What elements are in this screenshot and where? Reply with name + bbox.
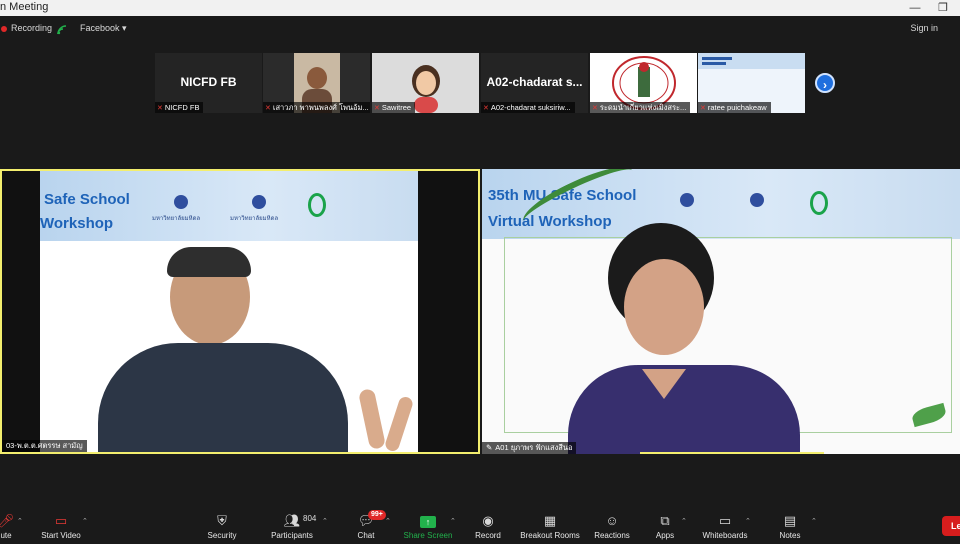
mic-muted-icon: ✕ bbox=[157, 105, 163, 112]
security-button[interactable]: ⛨ Security bbox=[200, 505, 244, 544]
university-logo-icon bbox=[750, 193, 764, 207]
slide-title-line-2: Workshop bbox=[40, 215, 114, 232]
recording-dot-icon bbox=[1, 26, 7, 32]
slide-preview bbox=[698, 53, 805, 69]
participant-name-label: 03-พ.ต.ต.ศตรรษ สามัญ bbox=[2, 440, 87, 452]
whiteboards-options-caret[interactable]: ⌃ bbox=[745, 517, 751, 525]
mic-muted-icon: ✕ bbox=[592, 105, 598, 112]
chat-options-caret[interactable]: ⌃ bbox=[385, 517, 391, 525]
participant-thumb-2[interactable]: ✕ เสาวภา พาพนพลงศ์ โพนอ้ม... bbox=[263, 53, 370, 113]
participant-thumb-6[interactable]: ✕ ratee puichakeaw bbox=[698, 53, 805, 113]
mic-muted-icon: ✕ bbox=[374, 105, 380, 112]
mic-icon: ✎ bbox=[486, 443, 493, 452]
university-name: มหาวิทยาลัยมหิดล bbox=[230, 216, 279, 222]
university-logo-icon bbox=[174, 195, 188, 209]
leave-button[interactable]: Le bbox=[942, 516, 960, 536]
smiley-icon: ☺ bbox=[605, 513, 619, 528]
record-icon: ◉ bbox=[482, 513, 494, 528]
mic-muted-icon: ✕ bbox=[483, 105, 489, 112]
facebook-live-dropdown[interactable]: Facebook ▾ bbox=[80, 23, 127, 34]
recording-label[interactable]: Recording bbox=[11, 23, 52, 33]
participants-button[interactable]: 👥︎ Participants bbox=[266, 505, 318, 544]
minimize-button[interactable]: — bbox=[900, 0, 930, 16]
speaking-indicator bbox=[640, 452, 824, 454]
whiteboard-icon: ▭ bbox=[718, 513, 732, 528]
breakout-rooms-icon: ▦ bbox=[543, 513, 557, 528]
apps-options-caret[interactable]: ⌃ bbox=[681, 517, 687, 525]
shield-icon: ⛨ bbox=[217, 513, 227, 528]
notes-icon: ▤ bbox=[783, 513, 797, 528]
participant-thumb-4[interactable]: A02-chadarat s... ✕ A02-chadarat suksiriw… bbox=[481, 53, 588, 113]
slide-title-line-1: Safe School bbox=[44, 191, 130, 208]
video-tile-right[interactable]: 35th MU Safe School Virtual Workshop ✎ A0… bbox=[482, 169, 960, 454]
participant-name-tag: ✕ ระดมนำเกี่ยวแห่งเมิงสระ... bbox=[590, 102, 691, 113]
notes-button[interactable]: ▤ Notes bbox=[774, 505, 806, 544]
mute-options-caret[interactable]: ⌃ bbox=[17, 517, 23, 525]
university-logo-icon bbox=[680, 193, 694, 207]
restore-button[interactable]: ❐ bbox=[928, 0, 958, 16]
participant-name-tag: ✕ Sawitree bbox=[372, 102, 416, 113]
chat-unread-badge: 99+ bbox=[368, 510, 386, 520]
reactions-button[interactable]: ☺ Reactions bbox=[590, 505, 634, 544]
participant-name-tag: ✕ เสาวภา พาพนพลงศ์ โพนอ้ม... bbox=[263, 102, 370, 113]
window-title: n Meeting bbox=[0, 1, 49, 13]
virtual-background-banner: Safe School Workshop มหาวิทยาลัยมหิดล มห… bbox=[40, 171, 418, 241]
notes-options-caret[interactable]: ⌃ bbox=[811, 517, 817, 525]
green-logo-icon bbox=[810, 191, 828, 215]
window-titlebar: n Meeting — ❐ bbox=[0, 0, 960, 16]
meeting-toolbar: 🎤︎ ute ⌃ ▭ Start Video ⌃ ⛨ Security 👥︎ P… bbox=[0, 505, 960, 544]
participant-thumb-name: A02-chadarat s... bbox=[486, 75, 583, 89]
participants-options-caret[interactable]: ⌃ bbox=[322, 517, 328, 525]
breakout-rooms-button[interactable]: ▦ Breakout Rooms bbox=[518, 505, 582, 544]
apps-button[interactable]: ⧉ Apps bbox=[650, 505, 680, 544]
meeting-topbar: Recording Facebook ▾ Sign in bbox=[0, 16, 960, 44]
mic-muted-icon: ✕ bbox=[700, 105, 706, 112]
signal-icon bbox=[57, 25, 67, 35]
participant-thumb-1[interactable]: NICFD FB ✕ NICFD FB bbox=[155, 53, 262, 113]
signin-link[interactable]: Sign in bbox=[910, 23, 938, 33]
share-options-caret[interactable]: ⌃ bbox=[450, 517, 456, 525]
participant-name-tag: ✕ A02-chadarat suksiriw... bbox=[481, 102, 575, 113]
next-page-button[interactable]: › bbox=[815, 73, 835, 93]
record-button[interactable]: ◉ Record bbox=[470, 505, 506, 544]
green-logo-icon bbox=[308, 193, 326, 217]
participant-name-tag: ✕ NICFD FB bbox=[155, 102, 204, 113]
video-off-icon: ▭ bbox=[54, 513, 68, 528]
apps-icon: ⧉ bbox=[660, 513, 670, 528]
university-logo-icon bbox=[252, 195, 266, 209]
video-tile-left[interactable]: Safe School Workshop มหาวิทยาลัยมหิดล มห… bbox=[0, 169, 480, 454]
mic-muted-icon: ✕ bbox=[265, 105, 271, 112]
participant-name-label: ✎ A01 ยุภาพร ฟักแสงสีนอ bbox=[482, 442, 577, 454]
participant-thumb-3[interactable]: ✕ Sawitree bbox=[372, 53, 479, 113]
university-name: มหาวิทยาลัยมหิดล bbox=[152, 216, 201, 222]
participant-name-tag: ✕ ratee puichakeaw bbox=[698, 102, 771, 113]
participant-count: 804 bbox=[303, 514, 317, 523]
share-screen-button[interactable]: ↑ Share Screen bbox=[400, 505, 456, 544]
whiteboards-button[interactable]: ▭ Whiteboards bbox=[700, 505, 750, 544]
participant-thumb-name: NICFD FB bbox=[180, 75, 237, 89]
participant-thumb-5[interactable]: ✕ ระดมนำเกี่ยวแห่งเมิงสระ... bbox=[590, 53, 697, 113]
start-video-button[interactable]: ▭ Start Video bbox=[36, 505, 86, 544]
share-screen-icon: ↑ bbox=[400, 511, 456, 531]
video-options-caret[interactable]: ⌃ bbox=[82, 517, 88, 525]
